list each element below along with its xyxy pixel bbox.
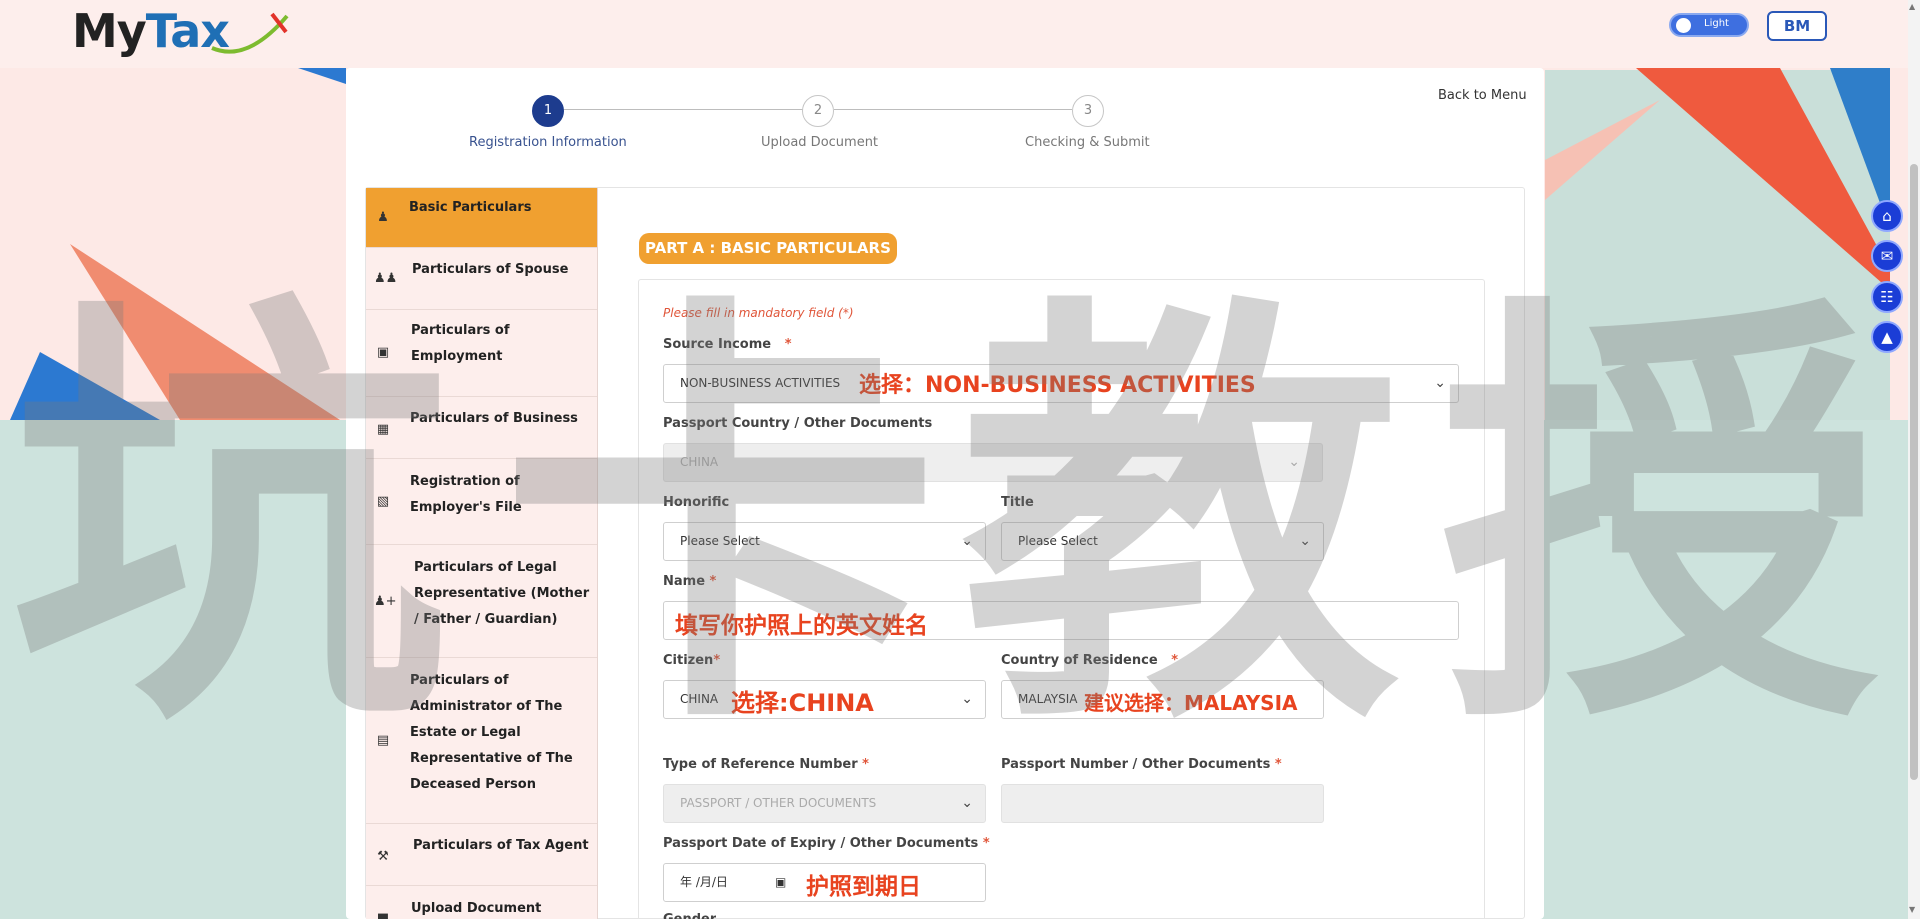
megaphone-icon[interactable]: ✉ [1871, 240, 1903, 272]
honorific-select[interactable]: Please Select ⌄ [663, 522, 986, 561]
calendar-icon[interactable]: ▣ [775, 864, 786, 901]
briefcase-icon: ▣ [376, 345, 390, 360]
id-badge-icon: ▧ [376, 494, 390, 509]
file-icon: ▤ [376, 733, 390, 748]
sidebar-item-employer-file[interactable]: ▧ Registration of Employer's File [366, 459, 597, 545]
sidebar-item-label: Particulars of Employment [411, 323, 510, 364]
passport-expiry-label: Passport Date of Expiry / Other Document… [663, 836, 990, 851]
step-1-circle: 1 [532, 95, 564, 127]
step-2-label: Upload Document [761, 135, 879, 150]
sidebar-item-label: Particulars of Tax Agent [413, 838, 589, 853]
theme-toggle[interactable]: Light [1669, 13, 1749, 37]
sidebar-item-label: Upload Document [411, 901, 542, 916]
chevron-down-icon: ⌄ [1288, 454, 1300, 470]
user-plus-icon: ♟+ [374, 594, 397, 609]
annotation-name: 填写你护照上的英文姓名 [675, 613, 928, 639]
reference-type-select: PASSPORT / OTHER DOCUMENTS ⌄ [663, 784, 986, 823]
step-2-circle: 2 [802, 95, 834, 127]
country-of-residence-label: Country of Residence * [1001, 653, 1179, 668]
sidebar-item-employment[interactable]: ▣ Particulars of Employment [366, 310, 597, 397]
users-icon: ♟♟ [374, 271, 398, 286]
sidebar-item-basic-particulars[interactable]: ♟ Basic Particulars [366, 188, 597, 248]
mytax-logo[interactable]: MyTax [72, 4, 289, 58]
scroll-up-arrow-icon[interactable]: ▲ [1909, 2, 1915, 11]
passport-country-label: Passport Country / Other Documents [663, 416, 933, 431]
back-to-menu-link[interactable]: Back to Menu [1438, 88, 1527, 103]
logo-swoosh-icon [211, 12, 289, 54]
passport-number-label: Passport Number / Other Documents * [1001, 757, 1282, 772]
chevron-down-icon: ⌄ [961, 691, 973, 707]
annotation-source-income: 选择：NON-BUSINESS ACTIVITIES [859, 373, 1256, 398]
title-label: Title [1001, 495, 1034, 510]
theme-toggle-label: Light [1704, 18, 1729, 29]
passport-country-select: CHINA ⌄ [663, 443, 1323, 482]
stepper-connector [563, 109, 803, 110]
sidebar-item-label: Particulars of Legal Representative (Mot… [414, 560, 590, 627]
section-sidebar: ♟ Basic Particulars ♟♟ Particulars of Sp… [366, 188, 598, 919]
step-3-label: Checking & Submit [1025, 135, 1150, 150]
annotation-residence: 建议选择：MALAYSIA [1084, 691, 1298, 715]
sidebar-item-label: Basic Particulars [409, 200, 532, 215]
chevron-down-icon: ⌄ [1299, 533, 1311, 549]
annotation-citizen: 选择:CHINA [731, 689, 874, 717]
scroll-down-arrow-icon[interactable]: ▼ [1909, 905, 1915, 914]
step-1-label: Registration Information [469, 135, 627, 150]
user-icon: ♟ [377, 210, 389, 225]
sidebar-item-label: Particulars of Administrator of The Esta… [410, 673, 573, 792]
annotation-expiry: 护照到期日 [806, 874, 921, 900]
passport-number-input [1001, 784, 1324, 823]
sidebar-item-legal-representative[interactable]: ♟+ Particulars of Legal Representative (… [366, 545, 597, 658]
gavel-icon: ⚒ [377, 849, 389, 864]
home-icon[interactable]: ⌂ [1871, 200, 1903, 232]
toggle-knob [1676, 18, 1691, 33]
user-menu-button[interactable]: BM [1767, 11, 1827, 41]
sidebar-item-business[interactable]: ▦ Particulars of Business [366, 397, 597, 459]
sidebar-item-tax-agent[interactable]: ⚒ Particulars of Tax Agent [366, 824, 597, 886]
sidebar-item-spouse[interactable]: ♟♟ Particulars of Spouse [366, 248, 597, 310]
source-income-label: Source Income * [663, 337, 792, 352]
mandatory-note: Please fill in mandatory field (*) [663, 306, 854, 320]
gender-label-partial: Gender [663, 912, 716, 919]
folder-icon: ■ [376, 911, 390, 919]
chevron-down-icon: ⌄ [961, 533, 973, 549]
sidebar-item-administrator-estate[interactable]: ▤ Particulars of Administrator of The Es… [366, 658, 597, 824]
top-header: MyTax Light BM [0, 0, 1910, 68]
sidebar-item-upload-document[interactable]: ■ Upload Document [366, 886, 597, 919]
graduation-cap-icon[interactable]: ▲ [1871, 321, 1903, 353]
title-select[interactable]: Please Select ⌄ [1001, 522, 1324, 561]
reference-type-label: Type of Reference Number * [663, 757, 869, 772]
name-label: Name * [663, 574, 717, 589]
step-3-circle: 3 [1072, 95, 1104, 127]
chevron-down-icon: ⌄ [1434, 375, 1446, 391]
sidebar-item-label: Registration of Employer's File [410, 474, 522, 515]
chevron-down-icon: ⌄ [961, 795, 973, 811]
stepper-connector [834, 109, 1072, 110]
honorific-label: Honorific [663, 495, 730, 510]
building-icon: ▦ [376, 422, 390, 437]
section-title-badge: PART A : BASIC PARTICULARS [639, 233, 897, 264]
book-icon[interactable]: ☷ [1871, 281, 1903, 313]
sidebar-item-label: Particulars of Spouse [412, 262, 569, 277]
sidebar-item-label: Particulars of Business [410, 411, 578, 426]
citizen-label: Citizen* [663, 653, 721, 668]
scrollbar-thumb[interactable] [1910, 164, 1918, 780]
